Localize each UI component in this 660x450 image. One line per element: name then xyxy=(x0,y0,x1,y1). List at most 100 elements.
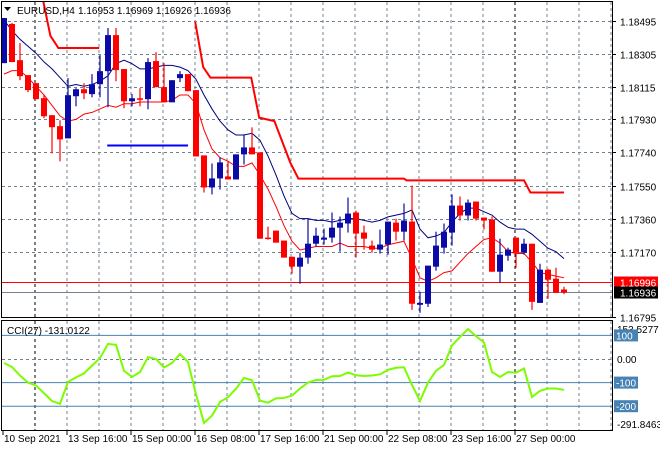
candle-body xyxy=(25,75,31,91)
candle-body xyxy=(361,232,367,239)
candle-body xyxy=(553,278,559,293)
candle-body xyxy=(201,155,207,188)
bearish-candle xyxy=(481,217,487,230)
candle-body xyxy=(297,257,303,267)
candle-body xyxy=(481,217,487,221)
bullish-candle xyxy=(385,221,391,255)
candle-body xyxy=(513,237,519,253)
candle-body xyxy=(241,147,247,155)
bullish-candle xyxy=(313,227,319,247)
bullish-candle xyxy=(521,238,527,255)
bullish-candle xyxy=(241,134,247,165)
time-axis-label: 21 Sep 00:00 xyxy=(324,434,384,445)
candle-body xyxy=(273,230,279,243)
symbol-label: EURUSD,H4 xyxy=(17,6,75,17)
candle-body xyxy=(153,61,159,88)
bearish-candle xyxy=(289,256,295,274)
price-tick-label: 1.18115 xyxy=(620,84,656,95)
candle-body xyxy=(337,222,343,228)
trading-chart[interactable]: 1.18495 1.18305 1.18115 1.17930 1.17740 1.175… xyxy=(0,0,660,450)
candle-body xyxy=(185,74,191,92)
bullish-candle xyxy=(177,71,183,83)
bearish-candle xyxy=(265,226,271,240)
candle-body xyxy=(217,162,223,179)
bearish-candle xyxy=(273,230,279,243)
triangle-down-icon[interactable] xyxy=(4,7,11,11)
price-panel[interactable] xyxy=(1,1,612,313)
ohlc-label: 1.16953 1.16969 1.16926 1.16936 xyxy=(78,6,231,17)
bullish-candle xyxy=(129,94,135,107)
candle-body xyxy=(353,212,359,234)
bullish-candle xyxy=(209,163,215,195)
cci-axis-label: -100 xyxy=(616,379,636,390)
bearish-candle xyxy=(553,267,559,293)
price-tick-label: 1.17550 xyxy=(620,183,657,194)
candle-body xyxy=(385,221,391,245)
candle-body xyxy=(537,269,543,303)
bullish-candle xyxy=(401,203,407,241)
candle-body xyxy=(561,289,567,293)
bearish-candle xyxy=(249,127,255,155)
candle-body xyxy=(449,205,455,233)
cci-axis-label: -200 xyxy=(616,402,636,413)
candle-body xyxy=(305,243,311,258)
price-tick-label: 1.18495 xyxy=(620,18,657,29)
candle-body xyxy=(313,235,319,244)
time-axis-label: 13 Sep 16:00 xyxy=(68,434,128,445)
bearish-candle xyxy=(17,43,23,81)
time-axis-label: 16 Sep 08:00 xyxy=(196,434,256,445)
candle-body xyxy=(465,202,471,216)
bearish-candle xyxy=(193,90,199,157)
bearish-candle xyxy=(137,88,143,107)
price-tick-label: 1.17930 xyxy=(620,116,657,127)
candle-body xyxy=(41,98,47,117)
time-axis-label: 27 Sep 00:00 xyxy=(516,434,576,445)
cci-axis-label: 0.00 xyxy=(617,355,637,366)
candle-body xyxy=(65,95,71,139)
candle-body xyxy=(457,205,463,216)
bearish-candle xyxy=(57,120,63,162)
bearish-candle xyxy=(473,201,479,221)
price-tick-label: 1.16795 xyxy=(620,314,657,325)
candle-body xyxy=(489,219,495,272)
cci-panel-frame xyxy=(1,320,613,431)
bullish-candle xyxy=(417,291,423,313)
cci-label: CCI(27) -131.0122 xyxy=(7,326,90,337)
bearish-candle xyxy=(369,240,375,253)
candle-body xyxy=(289,256,295,267)
candle-body xyxy=(369,245,375,250)
bearish-candle xyxy=(529,243,535,310)
bearish-candle xyxy=(257,152,263,239)
candle-body xyxy=(49,115,55,128)
candle-body xyxy=(137,98,143,100)
candle-body xyxy=(393,222,399,232)
bearish-candle xyxy=(457,196,463,221)
candle-body xyxy=(121,69,127,102)
bullish-candle xyxy=(97,55,103,98)
candle-body xyxy=(249,147,255,155)
moving-average-slow-line xyxy=(3,19,565,260)
candle-body xyxy=(129,98,135,102)
bearish-candle xyxy=(25,75,31,93)
candle-body xyxy=(57,126,63,140)
grid-lines xyxy=(2,2,612,430)
cci-axis-label: 100 xyxy=(616,331,633,342)
bearish-candle xyxy=(225,161,231,180)
cci-panel[interactable] xyxy=(2,327,612,425)
candle-body xyxy=(521,243,527,253)
candle-body xyxy=(81,89,87,94)
bullish-candle xyxy=(233,154,239,180)
bearish-candle xyxy=(513,237,519,268)
time-axis-label: 10 Sep 2021 xyxy=(4,434,61,445)
bearish-candle xyxy=(489,216,495,272)
bullish-candle xyxy=(89,74,95,98)
candle-body xyxy=(161,87,167,103)
bearish-candle xyxy=(393,218,399,241)
bearish-candle xyxy=(49,115,55,154)
candle-body xyxy=(145,62,151,100)
bullish-candle xyxy=(337,216,343,252)
bearish-candle xyxy=(33,83,39,100)
candle-body xyxy=(409,221,415,304)
time-axis-label: 23 Sep 16:00 xyxy=(452,434,512,445)
price-tick-label: 1.17740 xyxy=(620,149,657,160)
